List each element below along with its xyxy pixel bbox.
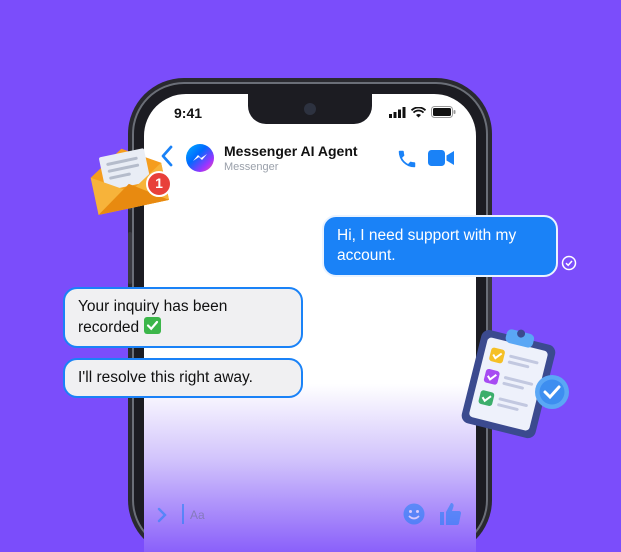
chat-title: Messenger AI Agent [224, 143, 358, 159]
sent-message-text: Hi, I need support with my account. [337, 227, 517, 264]
received-message-text: I'll resolve this right away. [78, 369, 253, 386]
volume-up-button [128, 232, 132, 284]
chat-subtitle: Messenger [224, 161, 279, 173]
thumbs-up-icon[interactable] [438, 501, 462, 527]
status-time: 9:41 [174, 105, 203, 121]
video-icon[interactable] [428, 149, 454, 167]
sent-message-bubble: Hi, I need support with my account. [322, 215, 558, 277]
wifi-icon [411, 106, 426, 117]
notification-badge: 1 [146, 171, 172, 197]
notification-count: 1 [155, 175, 163, 191]
read-receipt-icon [561, 255, 577, 271]
chat-header: Messenger AI Agent Messenger [144, 134, 476, 188]
camera-icon [304, 103, 316, 115]
received-message-bubble: I'll resolve this right away. [63, 358, 303, 398]
messenger-logo-icon[interactable] [186, 144, 214, 172]
composer-input[interactable]: Aa [190, 508, 205, 522]
text-cursor [182, 504, 184, 524]
received-message-bubble: Your inquiry has been recorded [63, 287, 303, 348]
status-icons [389, 106, 456, 118]
signal-icon [389, 106, 406, 118]
checkmark-icon [143, 317, 161, 334]
dynamic-notch [248, 94, 372, 124]
chevron-right-icon[interactable] [156, 507, 168, 523]
battery-icon [431, 106, 456, 118]
emoji-icon[interactable] [402, 502, 426, 526]
clipboard-icon [461, 329, 569, 439]
composer-bar: Aa [144, 500, 476, 530]
phone-icon[interactable] [396, 148, 418, 170]
verified-badge-icon [535, 375, 569, 409]
